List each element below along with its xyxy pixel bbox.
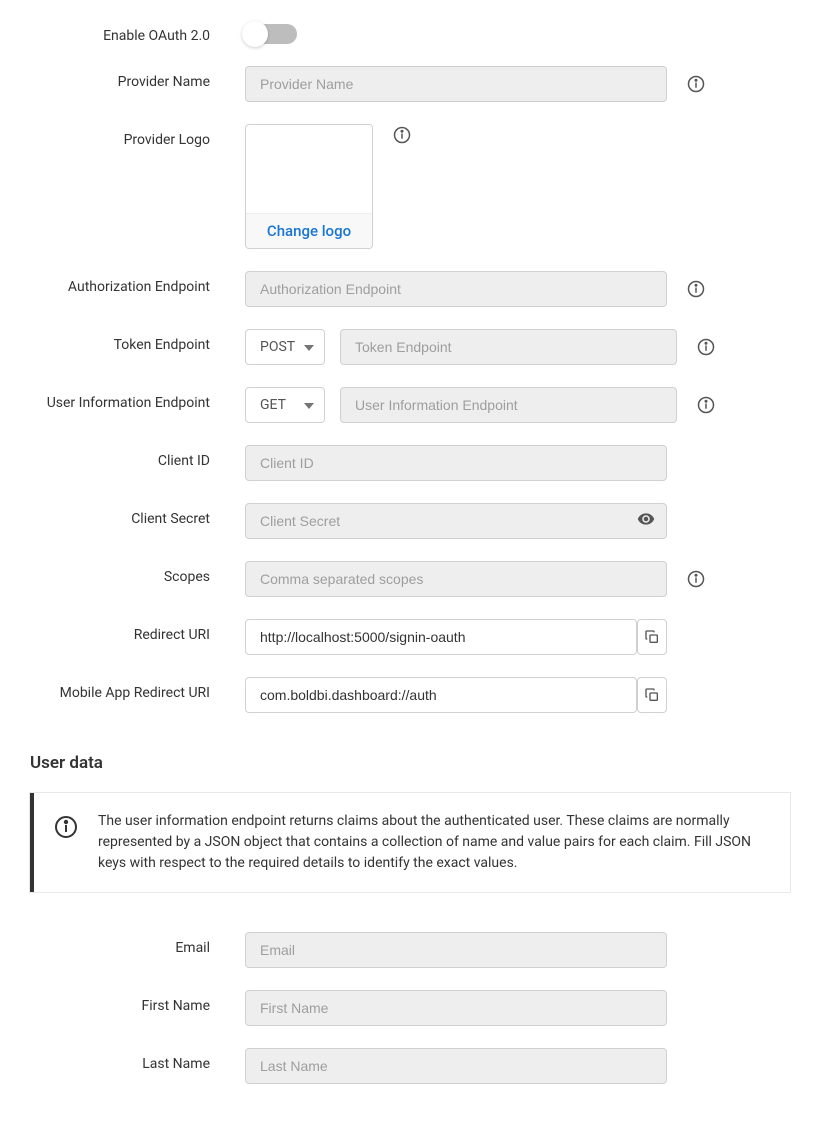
client-secret-input[interactable]	[245, 503, 667, 539]
note-text: The user information endpoint returns cl…	[98, 811, 770, 874]
userinfo-method-value: GET	[260, 397, 286, 413]
client-id-label: Client ID	[30, 445, 245, 469]
first-name-label: First Name	[30, 990, 245, 1014]
provider-logo-label: Provider Logo	[30, 124, 245, 148]
token-endpoint-input[interactable]	[340, 329, 677, 365]
scopes-label: Scopes	[30, 561, 245, 585]
redirect-uri-label: Redirect URI	[30, 619, 245, 643]
provider-logo-box: Change logo	[245, 124, 373, 249]
client-secret-label: Client Secret	[30, 503, 245, 527]
enable-oauth-label: Enable OAuth 2.0	[30, 20, 245, 44]
chevron-down-icon	[304, 339, 314, 355]
logo-preview	[246, 125, 372, 213]
info-icon	[54, 815, 78, 843]
info-icon[interactable]	[393, 126, 411, 144]
last-name-input[interactable]	[245, 1048, 667, 1084]
info-icon[interactable]	[687, 75, 705, 93]
provider-name-label: Provider Name	[30, 66, 245, 90]
info-icon[interactable]	[687, 570, 705, 588]
note-box: The user information endpoint returns cl…	[30, 793, 790, 892]
first-name-input[interactable]	[245, 990, 667, 1026]
copy-button[interactable]	[637, 619, 667, 655]
user-info-endpoint-label: User Information Endpoint	[30, 387, 245, 411]
enable-oauth-toggle[interactable]	[245, 24, 297, 44]
token-method-value: POST	[260, 339, 295, 355]
token-method-select[interactable]: POST	[245, 329, 325, 365]
provider-name-input[interactable]	[245, 66, 667, 102]
mobile-redirect-uri-input[interactable]	[245, 677, 637, 713]
mobile-redirect-uri-label: Mobile App Redirect URI	[30, 677, 245, 701]
change-logo-button[interactable]: Change logo	[246, 213, 372, 248]
auth-endpoint-input[interactable]	[245, 271, 667, 307]
scopes-input[interactable]	[245, 561, 667, 597]
auth-endpoint-label: Authorization Endpoint	[30, 271, 245, 295]
redirect-uri-input[interactable]	[245, 619, 637, 655]
client-id-input[interactable]	[245, 445, 667, 481]
user-data-section-title: User data	[30, 753, 790, 773]
info-icon[interactable]	[697, 338, 715, 356]
info-icon[interactable]	[687, 280, 705, 298]
copy-button[interactable]	[637, 677, 667, 713]
eye-icon[interactable]	[637, 510, 655, 532]
email-input[interactable]	[245, 932, 667, 968]
last-name-label: Last Name	[30, 1048, 245, 1072]
toggle-knob	[242, 21, 268, 47]
token-endpoint-label: Token Endpoint	[30, 329, 245, 353]
chevron-down-icon	[304, 397, 314, 413]
email-label: Email	[30, 932, 245, 956]
info-icon[interactable]	[697, 396, 715, 414]
user-info-endpoint-input[interactable]	[340, 387, 677, 423]
userinfo-method-select[interactable]: GET	[245, 387, 325, 423]
